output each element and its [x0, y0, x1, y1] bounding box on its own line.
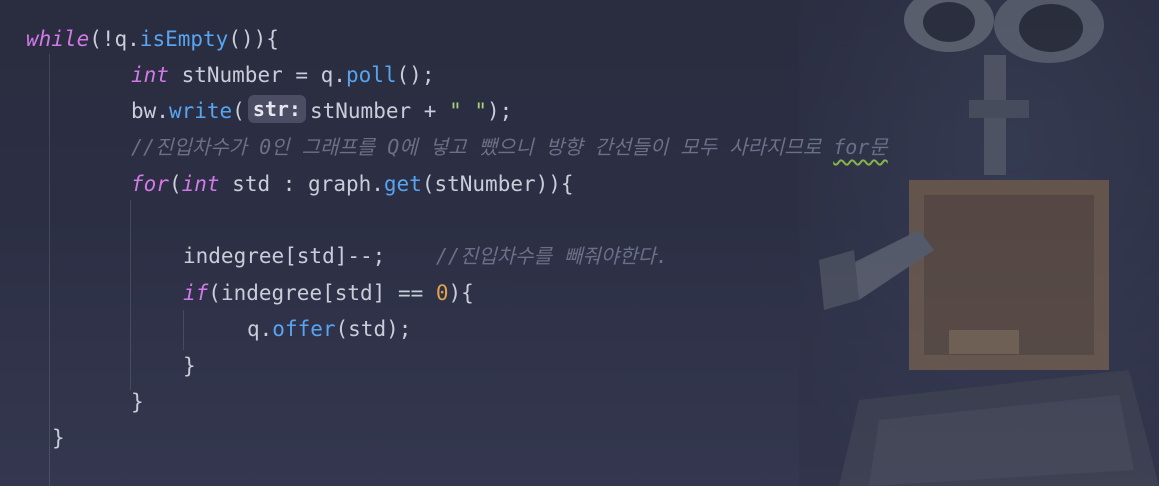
keyword-if: if [183, 281, 209, 305]
method-write: write [168, 99, 233, 123]
code-text: ()){ [228, 27, 279, 51]
comment-text: //진입차수가 0인 그래프를 Q에 넣고 뺐으니 방향 간선들이 모두 사라지… [131, 135, 834, 159]
code-text: ( [168, 172, 182, 196]
code-line-9[interactable]: q.offer(std); [247, 311, 411, 347]
code-text: (indegree[std] == [208, 281, 436, 305]
code-text: (!q. [89, 27, 140, 51]
closing-brace: } [131, 390, 144, 414]
code-editor[interactable]: while(!q.isEmpty()){ int stNumber = q.po… [0, 0, 1159, 486]
code-line-2[interactable]: int stNumber = q.poll(); [131, 57, 434, 93]
code-text: ( [232, 99, 245, 123]
code-text: (stNumber)){ [421, 172, 574, 196]
keyword-int: int [131, 63, 169, 87]
code-text: std : graph. [219, 172, 384, 196]
code-text: (); [396, 63, 435, 87]
code-line-1[interactable]: while(!q.isEmpty()){ [26, 21, 279, 57]
code-text: (std); [335, 317, 412, 341]
method-isEmpty: isEmpty [139, 27, 229, 51]
code-text: stNumber + [309, 99, 450, 123]
parameter-hint: str: [247, 95, 306, 123]
spelling-warning: for문 [833, 135, 888, 159]
code-line-4-comment[interactable]: //진입차수가 0인 그래프를 Q에 넣고 뺐으니 방향 간선들이 모두 사라지… [131, 129, 888, 165]
method-get: get [383, 172, 422, 196]
string-literal: " " [449, 99, 487, 123]
code-text: ){ [448, 281, 474, 305]
closing-brace: } [183, 354, 196, 378]
keyword-for: for [131, 172, 169, 196]
keyword-int: int [181, 172, 220, 196]
code-line-10[interactable]: } [183, 348, 196, 384]
indent-guide [49, 54, 50, 486]
code-line-3[interactable]: bw.write(str: stNumber + " "); [131, 93, 512, 129]
indent-guide [183, 310, 184, 350]
code-line-7[interactable]: indegree[std]--; //진입차수를 빼줘야한다. [183, 238, 668, 274]
comment-text: //진입차수를 빼줘야한다. [435, 244, 669, 268]
code-text: ); [487, 99, 513, 123]
code-line-5[interactable]: for(int std : graph.get(stNumber)){ [131, 166, 574, 202]
code-text: q. [247, 317, 273, 341]
number-literal: 0 [435, 281, 449, 305]
method-offer: offer [272, 317, 336, 341]
closing-brace: } [52, 426, 65, 450]
method-poll: poll [345, 63, 397, 87]
keyword-while: while [26, 27, 90, 51]
code-line-12[interactable]: } [52, 420, 65, 456]
code-line-8[interactable]: if(indegree[std] == 0){ [183, 275, 474, 311]
code-line-11[interactable]: } [131, 384, 144, 420]
code-text: indegree[std]--; [183, 244, 436, 268]
code-text: bw. [131, 99, 169, 123]
indent-guide [130, 200, 131, 390]
code-text: stNumber = q. [168, 63, 346, 87]
